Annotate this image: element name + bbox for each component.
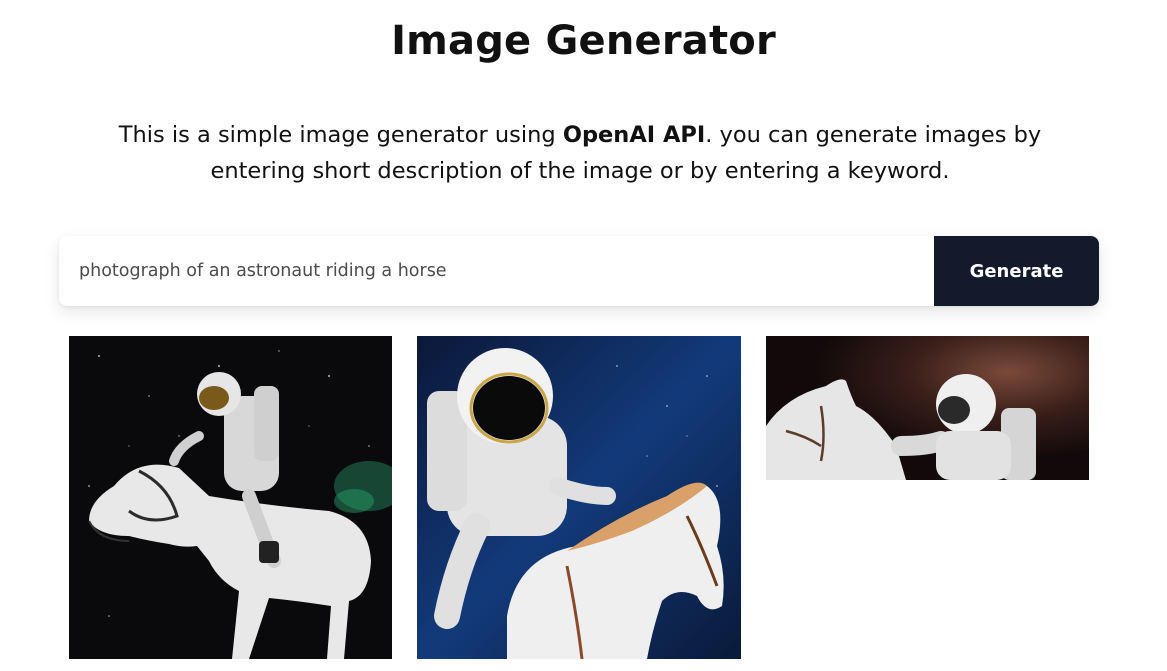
- generated-image-1[interactable]: [69, 336, 392, 659]
- image-gallery: [69, 336, 1090, 671]
- astronaut-horse-image: [766, 336, 1089, 480]
- generated-image-3[interactable]: [766, 336, 1089, 480]
- generated-image-2[interactable]: [417, 336, 741, 659]
- generate-button[interactable]: Generate: [934, 236, 1099, 306]
- astronaut-horse-image: [417, 336, 741, 659]
- page: Image Generator This is a simple image g…: [0, 0, 1167, 671]
- description-prefix: This is a simple image generator using: [118, 122, 563, 148]
- astronaut-horse-image: [69, 336, 392, 659]
- description-highlight: OpenAI API: [562, 122, 706, 148]
- prompt-form: Generate: [59, 236, 1099, 306]
- page-description: This is a simple image generator using O…: [80, 117, 1080, 189]
- page-title: Image Generator: [391, 18, 776, 64]
- prompt-input[interactable]: [59, 236, 934, 306]
